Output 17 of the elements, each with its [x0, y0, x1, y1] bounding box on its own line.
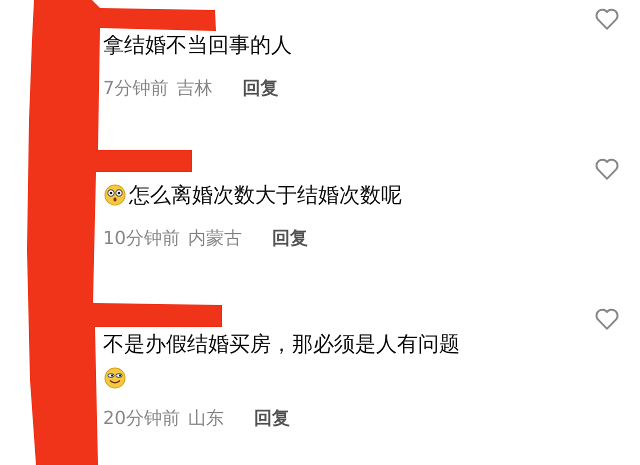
comment-time: 10分钟前	[103, 227, 180, 250]
reply-button[interactable]: 回复	[272, 226, 308, 250]
smirk-emoji-icon	[103, 366, 127, 390]
like-icon[interactable]	[594, 156, 620, 182]
comment-location: 山东	[188, 407, 224, 430]
comment-text: 拿结婚不当回事的人	[103, 32, 292, 59]
shocked-emoji-icon	[103, 183, 127, 207]
comment-location: 内蒙古	[188, 227, 242, 250]
comment-text: 不是办假结婚买房，那必须是人有问题	[103, 331, 460, 358]
comment-time: 7分钟前	[103, 77, 168, 100]
comment-location: 吉林	[176, 77, 212, 100]
comment-time: 20分钟前	[103, 407, 180, 430]
comment-text: 怎么离婚次数大于结婚次数呢	[129, 182, 402, 209]
like-icon[interactable]	[594, 6, 620, 32]
reply-button[interactable]: 回复	[254, 406, 290, 430]
reply-button[interactable]: 回复	[242, 76, 278, 100]
like-icon[interactable]	[594, 306, 620, 332]
